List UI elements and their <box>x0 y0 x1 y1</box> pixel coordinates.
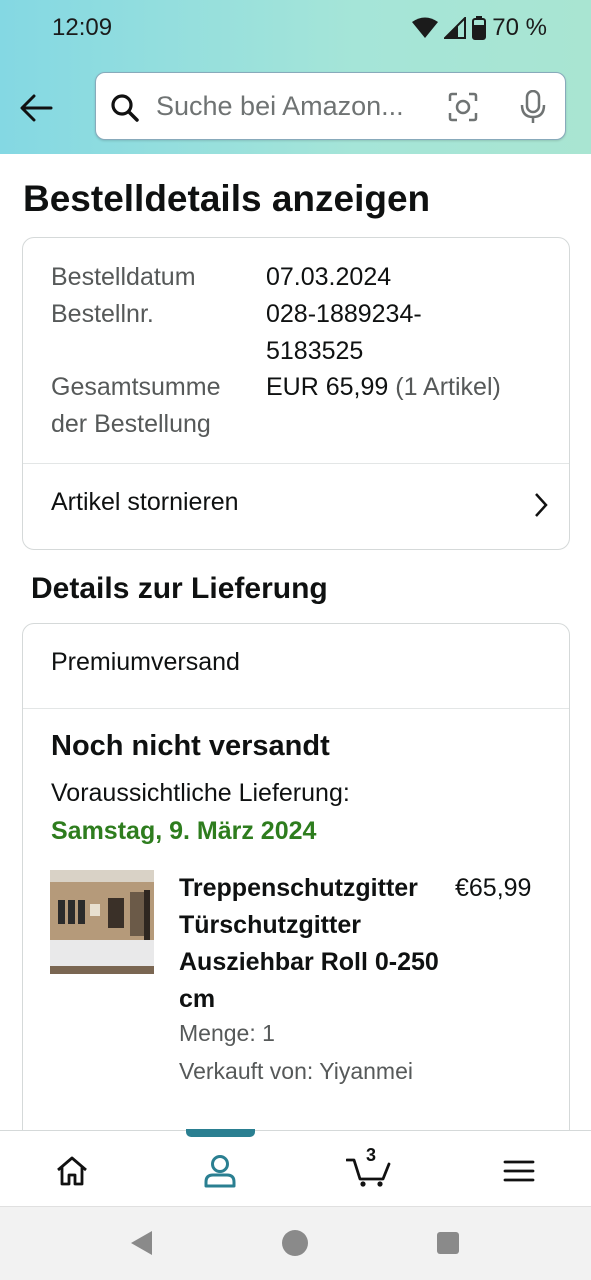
expected-delivery-label: Voraussichtliche Lieferung: <box>51 779 350 807</box>
top-bar: 12:09 70 % Suche bei Amazon... <box>0 0 591 154</box>
back-arrow-icon <box>20 94 53 122</box>
product-image[interactable] <box>50 870 154 974</box>
back-button[interactable] <box>16 88 56 128</box>
home-icon <box>57 1156 87 1186</box>
cart-count-badge: 3 <box>366 1145 377 1165</box>
chevron-right-icon <box>535 493 548 517</box>
order-total-label-2: der Bestellung <box>51 410 211 438</box>
cancel-items-row[interactable]: Artikel stornieren <box>23 464 569 550</box>
order-number-value-2: 5183525 <box>266 337 364 365</box>
nav-menu[interactable] <box>497 1149 541 1193</box>
battery-icon <box>472 16 487 40</box>
active-tab-indicator <box>186 1129 255 1137</box>
product-quantity: Menge: 1 <box>179 1020 275 1046</box>
delivery-card: Premiumversand Noch nicht versandt Vorau… <box>22 623 570 1153</box>
system-home-icon[interactable] <box>281 1229 309 1257</box>
status-time: 12:09 <box>52 14 113 41</box>
expected-delivery-date: Samstag, 9. März 2024 <box>51 817 317 845</box>
microphone-icon[interactable] <box>519 90 547 124</box>
order-item-count: (1 Artikel) <box>395 373 501 401</box>
shipping-method: Premiumversand <box>51 648 240 676</box>
product-seller: Verkauft von: Yiyanmei <box>179 1058 413 1084</box>
order-number-value-1: 028-1889234- <box>266 300 422 328</box>
wifi-icon <box>412 17 439 38</box>
order-total-amount: EUR 65,99 <box>266 373 389 401</box>
cancel-items-label: Artikel stornieren <box>51 488 239 516</box>
camera-search-icon[interactable] <box>447 91 479 123</box>
order-date-value: 07.03.2024 <box>266 263 392 291</box>
order-total-value: EUR 65,99 (1 Artikel) <box>266 369 501 406</box>
order-date-label: Bestelldatum <box>51 263 196 291</box>
search-placeholder: Suche bei Amazon... <box>156 91 404 121</box>
shipment-status: Noch nicht versandt <box>51 730 330 762</box>
search-icon <box>111 94 139 122</box>
nav-account[interactable] <box>198 1149 242 1193</box>
signal-icon <box>444 17 467 39</box>
status-icons: 70 % <box>412 14 547 42</box>
system-navigation-bar <box>0 1206 591 1280</box>
battery-percent: 70 % <box>492 14 547 41</box>
menu-icon <box>503 1160 535 1182</box>
order-number-label: Bestellnr. <box>51 300 154 328</box>
bottom-navigation: 3 <box>0 1129 591 1206</box>
product-price: €65,99 <box>455 874 532 902</box>
account-icon <box>204 1155 236 1188</box>
product-title[interactable]: Treppenschutzgitter Türschutzgitter Ausz… <box>179 870 444 1018</box>
system-recents-icon[interactable] <box>436 1231 460 1255</box>
nav-home[interactable] <box>50 1149 94 1193</box>
search-input[interactable]: Suche bei Amazon... <box>95 72 566 140</box>
divider <box>23 708 569 709</box>
order-summary-card: Bestelldatum 07.03.2024 Bestellnr. 028-1… <box>22 237 570 550</box>
page-title: Bestelldetails anzeigen <box>23 178 431 219</box>
order-total-label-1: Gesamtsumme <box>51 373 221 401</box>
system-back-icon[interactable] <box>128 1229 154 1257</box>
delivery-section-title: Details zur Lieferung <box>31 572 328 605</box>
